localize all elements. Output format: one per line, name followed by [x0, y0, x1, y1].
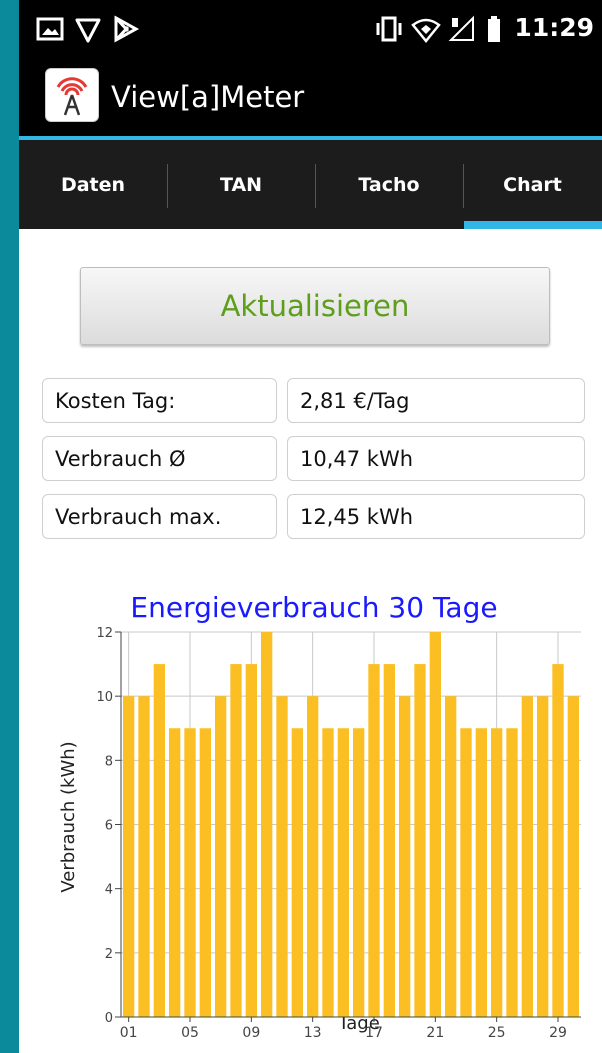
bar: [245, 664, 257, 1017]
tab-tan[interactable]: TAN: [167, 140, 315, 229]
bar: [153, 664, 165, 1017]
y-tick-label: 10: [96, 690, 113, 705]
bar: [491, 728, 503, 1017]
tab-chart[interactable]: Chart: [463, 140, 602, 229]
bar: [368, 664, 380, 1017]
chart-title: Energieverbrauch 30 Tage: [130, 591, 497, 624]
chart-page: Aktualisieren Kosten Tag: 2,81 €/Tag Ver…: [19, 229, 602, 1053]
y-tick-label: 6: [105, 819, 113, 834]
action-bar: View[a]Meter: [19, 60, 602, 140]
bar: [261, 632, 273, 1017]
bar: [429, 632, 441, 1017]
play-store-icon: [114, 15, 140, 43]
bar: [506, 728, 518, 1017]
energy-chart: Energieverbrauch 30 Tage Verbrauch (kWh)…: [58, 591, 581, 1041]
y-axis-label: Verbrauch (kWh): [58, 741, 79, 892]
bar: [307, 696, 319, 1017]
wifi-icon: [411, 18, 441, 43]
y-tick-label: 12: [96, 626, 113, 641]
bar: [169, 728, 181, 1017]
tab-tacho[interactable]: Tacho: [315, 140, 463, 229]
x-tick-label: 13: [304, 1025, 322, 1041]
bar: [138, 696, 150, 1017]
bar: [445, 696, 457, 1017]
bar: [215, 696, 227, 1017]
bar: [521, 696, 533, 1017]
y-tick-label: 8: [105, 754, 113, 769]
tab-daten[interactable]: Daten: [19, 140, 167, 229]
x-tick-label: 05: [181, 1025, 199, 1041]
antenna-icon[interactable]: [45, 68, 99, 122]
bar: [353, 728, 365, 1017]
clock: 11:29: [514, 13, 594, 42]
bar: [552, 664, 564, 1017]
x-tick-label: 09: [242, 1025, 260, 1041]
bar: [337, 728, 349, 1017]
bar: [123, 696, 135, 1017]
selected-tab-indicator: [464, 221, 602, 229]
x-tick-label: 17: [365, 1025, 383, 1041]
bar: [475, 728, 487, 1017]
bar: [199, 728, 211, 1017]
bar: [414, 664, 426, 1017]
gallery-icon: [36, 17, 64, 41]
bar: [276, 696, 288, 1017]
y-tick-label: 0: [105, 1011, 113, 1026]
app-title: View[a]Meter: [111, 80, 305, 114]
x-tick-label: 21: [426, 1025, 444, 1041]
tab-bar: Daten TAN Tacho Chart: [19, 140, 602, 229]
bar: [383, 664, 395, 1017]
x-tick-label: 25: [488, 1025, 506, 1041]
bar: [230, 664, 242, 1017]
shield-icon: [75, 18, 101, 43]
signal-icon: [448, 15, 474, 41]
bar: [537, 696, 549, 1017]
y-tick-label: 4: [105, 883, 113, 898]
bar: [184, 728, 196, 1017]
status-bar: 11:29: [19, 0, 602, 60]
bar: [567, 696, 579, 1017]
battery-icon: [488, 16, 500, 42]
vibrate-icon: [376, 16, 402, 42]
bar: [399, 696, 411, 1017]
bar: [291, 728, 303, 1017]
bar: [460, 728, 472, 1017]
bar: [322, 728, 334, 1017]
x-tick-label: 29: [549, 1025, 567, 1041]
y-tick-label: 2: [105, 947, 113, 962]
x-tick-label: 01: [120, 1025, 138, 1041]
